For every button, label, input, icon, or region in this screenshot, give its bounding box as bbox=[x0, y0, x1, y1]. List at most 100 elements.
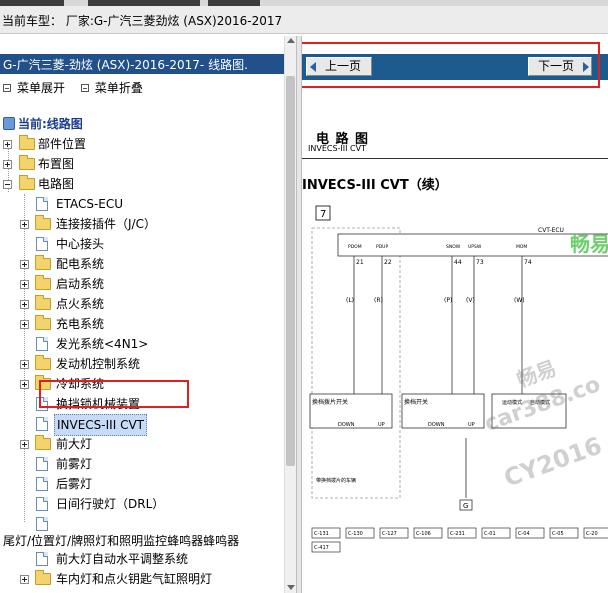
expand-icon[interactable] bbox=[20, 280, 29, 289]
connector-id: C-05 bbox=[552, 531, 564, 537]
highlight-box-navigation bbox=[302, 42, 600, 88]
wiring-diagram-document: 电 路 图 INVECS-III CVT INVECS-III CVT（续） 7… bbox=[302, 88, 608, 593]
document-icon bbox=[36, 197, 48, 211]
folder-icon bbox=[35, 275, 51, 290]
expand-icon[interactable] bbox=[3, 140, 12, 149]
switch-legend: DOWN bbox=[428, 422, 445, 428]
document-icon bbox=[36, 552, 48, 566]
collapse-all-icon[interactable] bbox=[80, 84, 89, 92]
pin-number: 44 bbox=[454, 259, 462, 266]
folder-icon bbox=[19, 175, 35, 190]
pin-label: MOM bbox=[516, 244, 527, 250]
expand-icon[interactable] bbox=[20, 260, 29, 269]
wire-color: (L) bbox=[346, 297, 354, 304]
switch-label: 自动模式 bbox=[530, 399, 550, 406]
connector-id: C-131 bbox=[314, 531, 329, 537]
expand-all-button[interactable]: 菜单展开 bbox=[17, 81, 65, 95]
computer-icon bbox=[3, 117, 15, 130]
ground-label: G bbox=[463, 502, 468, 510]
tree-item-label: 中心接头 bbox=[56, 237, 105, 251]
document-icon bbox=[36, 337, 48, 351]
tree-item-label: 前大灯自动水平调整系统 bbox=[56, 552, 189, 566]
expand-icon[interactable] bbox=[20, 220, 29, 229]
expand-all-icon[interactable] bbox=[3, 84, 11, 92]
folder-icon bbox=[35, 215, 51, 230]
document-rule bbox=[302, 158, 608, 159]
current-node[interactable]: 当前:线路图 bbox=[3, 114, 83, 134]
tab-marker[interactable] bbox=[88, 0, 200, 6]
tree-item-label: 尾灯/位置灯/牌照灯和照明监控蜂鸣器蜂鸣器 bbox=[3, 534, 240, 548]
tree-guide-line bbox=[24, 194, 25, 522]
folder-icon bbox=[35, 255, 51, 270]
pin-label: SNOW bbox=[446, 244, 461, 250]
scroll-down-icon[interactable] bbox=[287, 585, 295, 590]
collapse-all-button[interactable]: 菜单折叠 bbox=[95, 81, 143, 95]
highlight-box-selected-item bbox=[39, 380, 189, 408]
tree-item-label: 后雾灯 bbox=[56, 477, 93, 491]
connector-id: C-106 bbox=[416, 531, 431, 537]
pin-number: 74 bbox=[524, 259, 532, 266]
ecu-label: CVT-ECU bbox=[538, 227, 564, 234]
top-bar: 当前车型： 厂家:G-广汽三菱劲炫 (ASX)2016-2017 bbox=[0, 0, 608, 34]
switch-legend: UP bbox=[468, 422, 475, 428]
scroll-thumb[interactable] bbox=[286, 76, 295, 466]
connector-id: C-20 bbox=[586, 531, 598, 537]
switch-legend: DOWN bbox=[338, 422, 355, 428]
tree-item-label: 车内灯和点火钥匙气缸照明灯 bbox=[56, 572, 213, 586]
connector-id: C-04 bbox=[518, 531, 530, 537]
circuit-diagram: 7 CVT-ECU PDOM 21 (L) PDUP 22 (R) SNOW 44 (P) UPS… bbox=[309, 205, 608, 553]
left-panel: G-广汽三菱-劲炫 (ASX)-2016-2017- 线路图. 菜单展开 菜单折… bbox=[0, 36, 296, 593]
expand-icon[interactable] bbox=[20, 300, 29, 309]
expand-icon[interactable] bbox=[20, 360, 29, 369]
document-icon bbox=[36, 477, 48, 491]
tree-item-label: 配电系统 bbox=[56, 257, 105, 271]
pin-label: PDUP bbox=[376, 244, 388, 250]
document-heading: INVECS-III CVT（续） bbox=[302, 178, 448, 193]
switch-label: 换档开关 bbox=[404, 398, 428, 406]
folder-icon bbox=[35, 435, 51, 450]
connector-id: C-01 bbox=[484, 531, 496, 537]
pin-label: PDOM bbox=[348, 244, 362, 250]
document-icon bbox=[36, 417, 48, 431]
folder-icon bbox=[35, 355, 51, 370]
tree-item-label: 日间行驶灯（DRL） bbox=[56, 497, 165, 511]
expand-icon[interactable] bbox=[20, 380, 29, 389]
tree-item-label: 部件位置 bbox=[38, 137, 87, 151]
tree-item-label: ETACS-ECU bbox=[56, 197, 124, 211]
tab-strip bbox=[0, 0, 608, 6]
connector-id: C-231 bbox=[450, 531, 465, 537]
document-icon bbox=[36, 457, 48, 471]
expand-icon[interactable] bbox=[20, 575, 29, 584]
connector-row: C-131 C-130 C-127 C-106 C-231 C-01 C-04 C-05 C-2… bbox=[311, 527, 608, 553]
optional-region bbox=[311, 227, 401, 499]
connector-id: C-417 bbox=[314, 545, 329, 551]
scroll-up-icon[interactable] bbox=[287, 38, 295, 43]
left-scrollbar[interactable] bbox=[284, 36, 296, 593]
folder-icon bbox=[35, 570, 51, 585]
connector-id: C-130 bbox=[348, 531, 363, 537]
collapse-icon[interactable] bbox=[3, 180, 12, 189]
wire-color: (P) bbox=[444, 297, 452, 304]
wire-color: (R) bbox=[374, 297, 383, 304]
pin-number: 21 bbox=[356, 259, 364, 266]
expand-icon[interactable] bbox=[20, 440, 29, 449]
menu-controls: 菜单展开 菜单折叠 bbox=[3, 79, 155, 96]
right-panel: 上一页 下一页 电 路 图 INVECS-III CVT INVECS-III … bbox=[302, 36, 608, 593]
wire-color: (V) bbox=[466, 297, 475, 304]
tree-item-label: 布置图 bbox=[38, 157, 75, 171]
tab-marker[interactable] bbox=[0, 0, 64, 6]
expand-icon[interactable] bbox=[3, 160, 12, 169]
pin-number: 22 bbox=[384, 259, 392, 266]
switch-label: 换档拨片开关 bbox=[312, 398, 348, 406]
tree-item-label: 前大灯 bbox=[56, 437, 93, 451]
tree-item-label: 电路图 bbox=[38, 177, 75, 191]
expand-icon[interactable] bbox=[20, 320, 29, 329]
current-car-model-title: 当前车型： 厂家:G-广汽三菱劲炫 (ASX)2016-2017 bbox=[2, 14, 283, 28]
tab-marker[interactable] bbox=[208, 0, 260, 6]
pin-label: UPSW bbox=[468, 244, 482, 250]
pin-number: 73 bbox=[476, 259, 484, 266]
page-number: 7 bbox=[320, 209, 326, 220]
tree-item-label: 前雾灯 bbox=[56, 457, 93, 471]
tree-item-label: 发动机控制系统 bbox=[56, 357, 141, 371]
wire-color: (W) bbox=[514, 297, 525, 304]
